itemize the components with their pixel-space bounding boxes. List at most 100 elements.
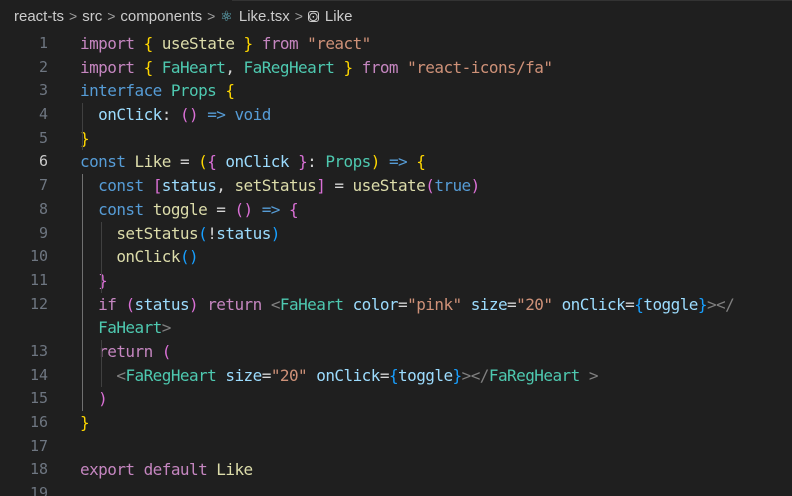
react-icon: ⚛	[220, 7, 233, 24]
code-text: export default Like	[80, 458, 253, 482]
code-token: from	[261, 34, 299, 53]
code-line[interactable]: 16}	[0, 411, 792, 435]
code-token: :	[161, 105, 180, 125]
line-number: 8	[38, 199, 48, 218]
code-token: Props	[325, 152, 371, 172]
code-text: const [status, setStatus] = useState(tru…	[80, 174, 480, 198]
code-token: "20"	[270, 365, 308, 385]
code-lines[interactable]: 1 import { useState } from "react" 2 import…	[0, 32, 792, 496]
code-token: }	[80, 413, 90, 432]
code-line[interactable]: 6 const Like = ({ onClick }: Props) => {	[0, 150, 792, 174]
code-token: }	[697, 294, 708, 314]
code-token: ()	[234, 199, 253, 219]
code-token: Props	[170, 81, 217, 101]
code-line[interactable]: 1 import { useState } from "react"	[0, 32, 792, 56]
code-line[interactable]: 5}	[0, 127, 792, 151]
breadcrumb-separator: >	[294, 8, 303, 24]
code-token: "react-icons/fa"	[407, 57, 553, 77]
line-number: 12	[29, 294, 48, 313]
code-token: =>	[207, 105, 226, 125]
code-line[interactable]: 10 onClick()	[0, 245, 792, 269]
code-line[interactable]: 2 import { FaHeart, FaRegHeart } from "re…	[0, 56, 792, 80]
breadcrumb-symbol-label: Like	[324, 7, 353, 25]
code-line[interactable]: 4 onClick: () => void	[0, 103, 792, 127]
code-token: return	[98, 341, 153, 361]
code-token: status	[161, 176, 217, 196]
line-number: 15	[29, 389, 48, 408]
line-number: 9	[38, 223, 48, 242]
breadcrumb-item-file[interactable]: ⚛ Like.tsx	[220, 8, 289, 25]
line-number: 1	[38, 34, 48, 52]
code-line[interactable]: 9 setStatus(!status)	[0, 222, 792, 246]
code-token: >	[161, 318, 172, 338]
code-text: const toggle = () => {	[80, 198, 298, 222]
code-line[interactable]: 12 if (status) return <FaHeart color="pi…	[0, 293, 792, 317]
code-token: =	[398, 294, 408, 314]
code-text: }	[80, 411, 90, 435]
code-token: {	[143, 34, 154, 53]
code-token: =	[261, 365, 272, 385]
symbol-icon: ⊙	[307, 8, 319, 24]
code-token: (	[198, 152, 208, 172]
indent-guide	[101, 340, 102, 388]
code-line[interactable]: 17	[0, 435, 792, 459]
code-token: }	[243, 34, 254, 53]
code-token: const	[98, 199, 144, 219]
code-token: true	[434, 176, 471, 196]
code-token: )	[470, 176, 481, 196]
code-line[interactable]: 19	[0, 482, 792, 496]
code-token: )	[270, 223, 281, 243]
line-number: 4	[38, 105, 48, 124]
code-line[interactable]: 3 interface Props {	[0, 79, 792, 103]
code-token: {	[634, 294, 644, 314]
code-text: setStatus(!status)	[80, 222, 280, 246]
code-line[interactable]: FaHeart>	[0, 316, 792, 340]
line-number: 18	[29, 460, 48, 479]
code-token: FaRegHeart	[488, 365, 580, 385]
line-number: 10	[29, 247, 48, 266]
code-line[interactable]: 7 const [status, setStatus] = useState(t…	[0, 174, 792, 198]
code-token: =>	[261, 199, 281, 219]
code-text: import { FaHeart, FaRegHeart } from "rea…	[80, 56, 553, 80]
code-token: <	[270, 294, 281, 314]
breadcrumb: react-ts > src > components > ⚛ Like.tsx …	[0, 0, 792, 32]
line-number: 11	[29, 270, 48, 289]
breadcrumb-separator: >	[107, 8, 116, 24]
code-line[interactable]: 14 <FaRegHeart size="20" onClick={toggle…	[0, 364, 792, 388]
code-token: Like	[216, 460, 253, 480]
code-editor[interactable]: react-ts > src > components > ⚛ Like.tsx …	[0, 0, 792, 496]
code-line[interactable]: 15 )	[0, 387, 792, 411]
code-token: ,	[225, 57, 244, 77]
code-token: toggle	[398, 365, 453, 385]
breadcrumb-item-folder-components[interactable]: components	[120, 8, 202, 25]
code-token: )	[98, 389, 108, 409]
code-token: ></	[461, 365, 490, 385]
code-line[interactable]: 13 return (	[0, 340, 792, 364]
code-token: =	[507, 294, 517, 314]
line-number: 6	[38, 152, 48, 171]
code-token: =	[170, 152, 199, 172]
code-line[interactable]: 18 export default Like	[0, 458, 792, 482]
code-token: :	[307, 152, 326, 172]
code-line[interactable]: 8 const toggle = () => {	[0, 198, 792, 222]
code-line[interactable]: 11 }	[0, 269, 792, 293]
breadcrumb-item-folder-src[interactable]: src	[82, 8, 102, 25]
code-token: }	[343, 57, 353, 77]
code-token: setStatus	[116, 223, 199, 243]
breadcrumb-item-symbol[interactable]: ⊙ Like	[307, 7, 353, 25]
breadcrumb-item-project[interactable]: react-ts	[14, 8, 64, 25]
code-token: FaHeart	[279, 294, 344, 314]
breadcrumb-separator: >	[69, 8, 78, 24]
code-token: FaHeart	[161, 57, 226, 77]
line-number: 19	[29, 484, 48, 496]
